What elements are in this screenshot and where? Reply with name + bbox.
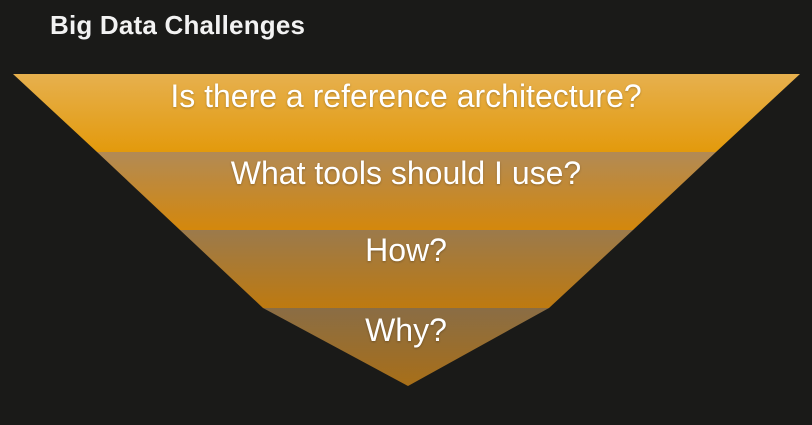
funnel-level-2-label: What tools should I use? (230, 155, 582, 191)
funnel-diagram (13, 74, 800, 386)
funnel-level-3-label: How? (365, 232, 447, 268)
funnel-level-4-label: Why? (365, 312, 447, 348)
funnel-level-1-label: Is there a reference architecture? (170, 78, 642, 114)
